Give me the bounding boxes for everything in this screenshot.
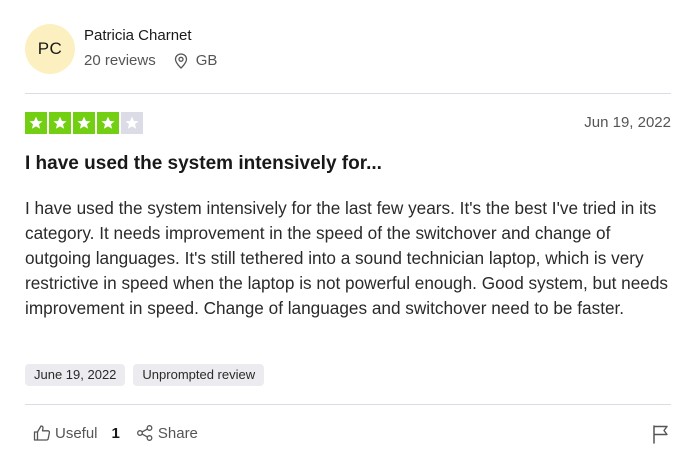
reviewer-location: GB — [174, 52, 218, 69]
useful-count: 1 — [111, 424, 120, 442]
review-tags: June 19, 2022 Unprompted review — [25, 364, 265, 386]
useful-button[interactable]: Useful — [33, 424, 98, 442]
avatar-initials: PC — [37, 39, 63, 58]
location-pin-icon — [174, 52, 187, 69]
review-actions: Useful 1 Share — [33, 424, 198, 442]
star-icon — [49, 112, 71, 134]
flag-icon — [653, 425, 668, 444]
location-code: GB — [195, 52, 218, 69]
star-icon — [73, 112, 95, 134]
review-title[interactable]: I have used the system intensively for..… — [25, 153, 382, 175]
share-label: Share — [157, 424, 198, 442]
avatar[interactable]: PC — [25, 24, 75, 74]
review-date: Jun 19, 2022 — [584, 114, 671, 131]
useful-label: Useful — [55, 424, 98, 442]
star-rating — [25, 112, 143, 134]
thumbs-up-icon — [33, 425, 51, 441]
star-icon — [97, 112, 119, 134]
star-icon — [25, 112, 47, 134]
reviewer-name[interactable]: Patricia Charnet — [84, 27, 192, 44]
star-icon — [121, 112, 143, 134]
share-icon — [136, 425, 153, 441]
reviewer-meta: 20 reviews GB — [84, 52, 217, 69]
reviews-count: 20 reviews — [84, 52, 156, 69]
divider — [25, 404, 671, 405]
divider — [25, 93, 671, 94]
tag-unprompted[interactable]: Unprompted review — [133, 364, 265, 386]
review-body: I have used the system intensively for t… — [25, 198, 669, 318]
tag-date: June 19, 2022 — [25, 364, 126, 386]
share-button[interactable]: Share — [136, 424, 198, 442]
report-button[interactable] — [652, 424, 670, 449]
